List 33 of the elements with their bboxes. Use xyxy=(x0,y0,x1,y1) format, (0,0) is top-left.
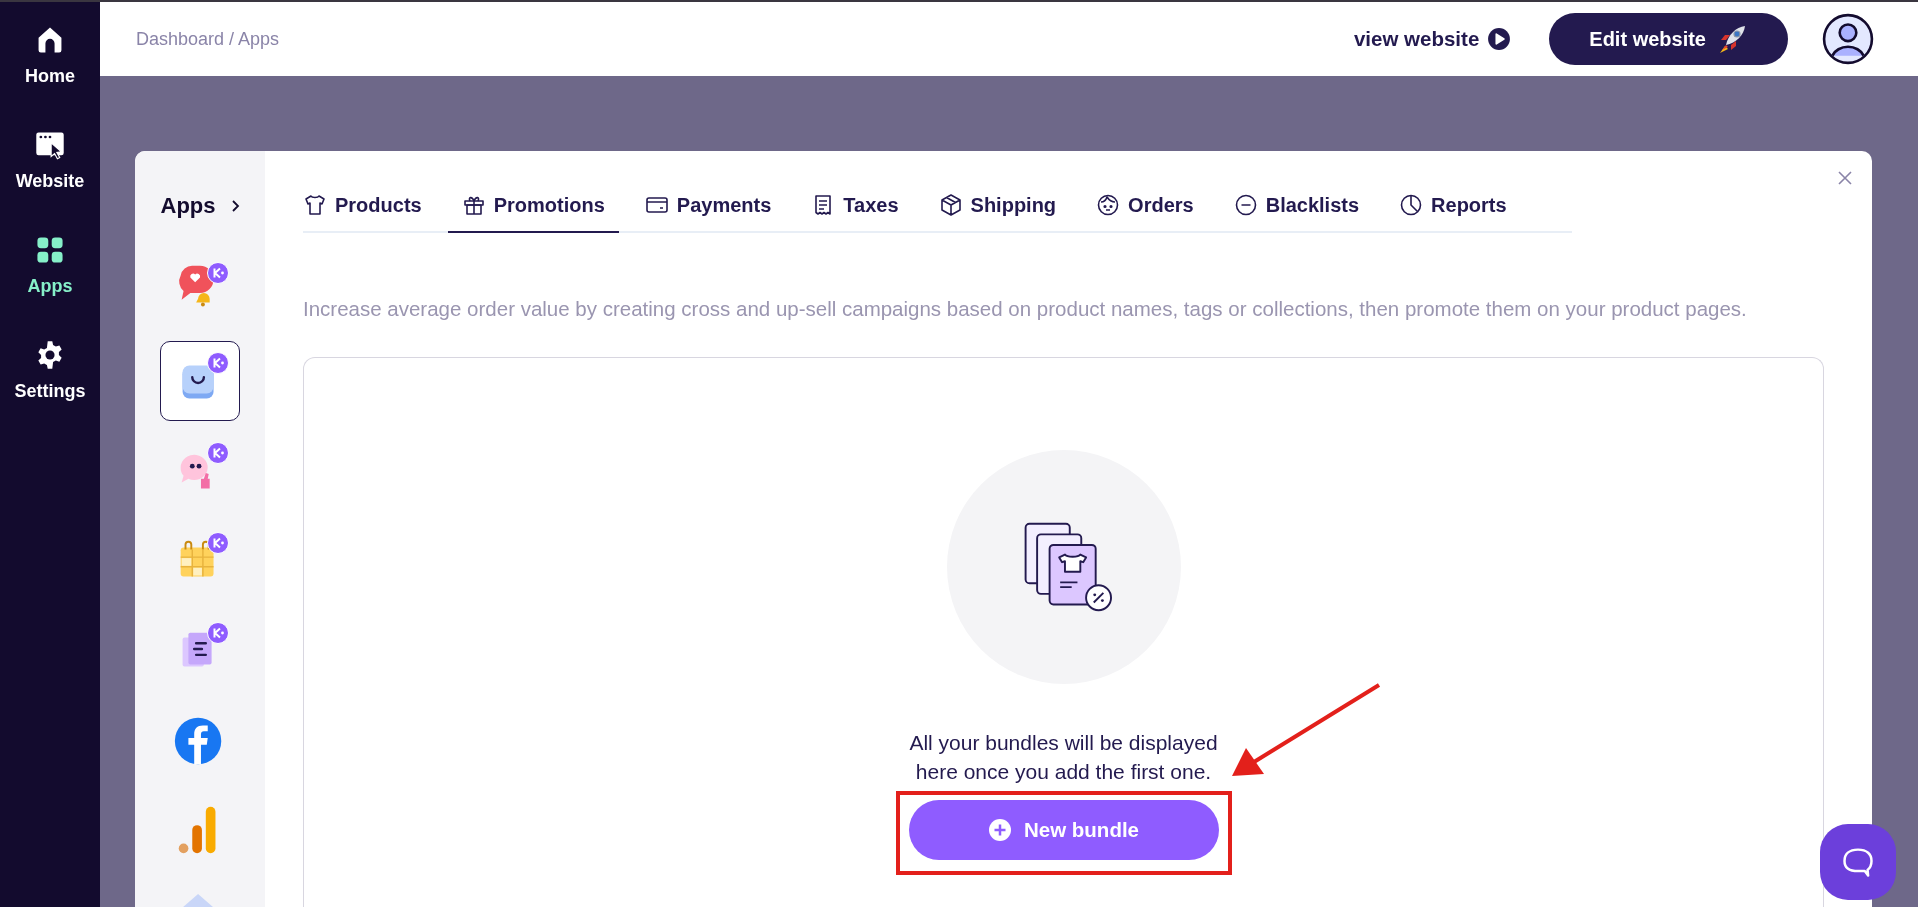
edit-website-button[interactable]: Edit website xyxy=(1549,13,1788,65)
avatar-icon[interactable] xyxy=(1822,13,1874,65)
tab[interactable]: Reports xyxy=(1385,183,1521,233)
tab[interactable]: Blacklists xyxy=(1219,183,1374,233)
box-icon xyxy=(938,193,963,217)
nav-item[interactable]: Website xyxy=(15,129,85,192)
tab[interactable]: Taxes xyxy=(797,183,913,233)
face-icon xyxy=(1096,193,1121,217)
play-icon xyxy=(1487,27,1512,51)
chevron-right-icon[interactable] xyxy=(229,199,240,213)
new-bundle-button[interactable]: New bundle xyxy=(908,800,1219,860)
shirt-icon xyxy=(303,193,327,217)
empty-state-message: All your bundles will be displayed here once you add the first one. xyxy=(909,730,1218,785)
nav-item[interactable]: Settings xyxy=(14,339,86,402)
nav-item[interactable]: Home xyxy=(25,24,75,87)
description: Increase average order value by creating cross and up-sell campaigns based on product names, tags or collections, then promote them on your product pages. xyxy=(303,297,1748,321)
tab[interactable]: Orders xyxy=(1082,183,1208,233)
tab[interactable]: Payments xyxy=(630,183,786,233)
chat-button[interactable] xyxy=(1820,824,1896,900)
plus-icon xyxy=(987,818,1012,842)
app-tile[interactable] xyxy=(160,341,240,421)
close-icon[interactable] xyxy=(1837,170,1853,186)
tab[interactable]: Shipping xyxy=(924,183,1071,233)
view-website-link[interactable]: view website xyxy=(1353,27,1512,51)
grid-icon xyxy=(34,234,66,266)
tab[interactable]: Promotions xyxy=(447,183,619,233)
minus-icon xyxy=(1233,193,1258,217)
breadcrumb: Dashboard / Apps xyxy=(136,28,280,50)
tab[interactable]: Products xyxy=(303,183,436,233)
pie-icon xyxy=(1399,193,1424,217)
nav-item[interactable]: Apps xyxy=(27,234,73,297)
apps-title: Apps xyxy=(160,193,216,219)
browser-cursor-icon xyxy=(34,129,66,161)
